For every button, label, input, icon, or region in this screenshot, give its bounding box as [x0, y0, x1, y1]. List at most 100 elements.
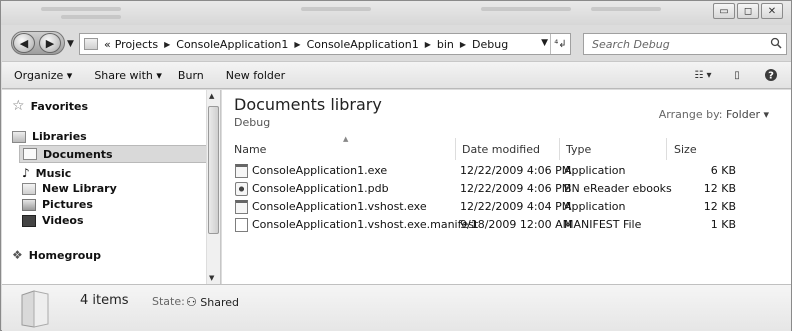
nav-buttons: ◀ ▶: [11, 31, 65, 55]
sidebar-item-label: Music: [35, 166, 72, 180]
file-name: ConsoleApplication1.vshost.exe.manifest: [252, 218, 479, 231]
item-count: 4 items: [80, 293, 129, 308]
file-row[interactable]: ConsoleApplication1.vshost.exe.manifest …: [232, 217, 772, 234]
forward-button[interactable]: ▶: [39, 33, 61, 53]
new-folder-button[interactable]: New folder: [212, 69, 293, 82]
scroll-up-icon[interactable]: ▲: [209, 92, 214, 100]
file-name: ConsoleApplication1.vshost.exe: [252, 200, 427, 213]
chevron-right-icon[interactable]: ▶: [294, 40, 300, 49]
arrange-by[interactable]: Arrange by: Folder ▾: [659, 108, 769, 121]
file-date: 9/18/2009 12:00 AM: [460, 218, 573, 231]
library-subtitle: Debug: [234, 116, 271, 129]
recent-pages-dropdown[interactable]: ▼: [67, 39, 74, 49]
explorer-window: ▭ ◻ ✕ ◀ ▶ ▼ « Projects ▶ ConsoleApplicat…: [0, 0, 792, 331]
sidebar-item-pictures[interactable]: Pictures: [22, 198, 93, 211]
star-icon: ☆: [12, 98, 25, 114]
file-size: 1 KB: [710, 218, 736, 231]
sidebar-item-videos[interactable]: Videos: [22, 214, 84, 227]
sidebar-item-documents[interactable]: Documents: [19, 145, 215, 163]
column-divider[interactable]: [559, 138, 560, 160]
file-list-pane: Documents library Debug Arrange by: Fold…: [222, 90, 791, 284]
change-view-button[interactable]: ☷ ▾: [689, 66, 717, 84]
breadcrumb-overflow[interactable]: «: [104, 38, 111, 51]
breadcrumb-consoleapplication1-inner[interactable]: ConsoleApplication1: [307, 38, 419, 51]
arrange-by-value[interactable]: Folder ▾: [726, 108, 769, 121]
file-size: 12 KB: [703, 200, 736, 213]
views-icon: ☷ ▾: [694, 69, 712, 81]
background-artifact: [61, 15, 121, 19]
breadcrumb-projects[interactable]: Projects: [115, 38, 158, 51]
address-bar[interactable]: « Projects ▶ ConsoleApplication1 ▶ Conso…: [79, 33, 571, 55]
manifest-icon: [235, 218, 248, 232]
navigation-bar: ◀ ▶ ▼ « Projects ▶ ConsoleApplication1 ▶…: [1, 25, 791, 59]
sidebar-item-music[interactable]: ♪ Music: [22, 166, 71, 180]
scrollbar-thumb[interactable]: [208, 106, 219, 234]
breadcrumb-consoleapplication1[interactable]: ConsoleApplication1: [176, 38, 288, 51]
documents-icon: [23, 148, 37, 160]
videos-icon: [22, 214, 36, 227]
sidebar-item-homegroup[interactable]: ❖ Homegroup: [12, 248, 101, 262]
chevron-right-icon[interactable]: ▶: [164, 40, 170, 49]
back-arrow-icon: ◀: [19, 36, 29, 50]
search-input[interactable]: Search Debug: [583, 33, 787, 55]
command-bar: Organize ▾ Share with ▾ Burn New folder …: [2, 61, 791, 89]
exe-icon: [235, 164, 248, 178]
sidebar-item-label: Favorites: [30, 99, 89, 113]
pictures-icon: [22, 198, 36, 211]
file-type: BN eReader ebooks: [564, 182, 672, 195]
refresh-button[interactable]: ⁴↲: [550, 34, 570, 54]
breadcrumb-bin[interactable]: bin: [437, 38, 454, 51]
library-folder-icon: [21, 290, 49, 328]
chevron-right-icon[interactable]: ▶: [425, 40, 431, 49]
chevron-right-icon[interactable]: ▶: [460, 40, 466, 49]
sidebar-item-libraries[interactable]: Libraries: [12, 130, 87, 143]
sidebar-item-favorites[interactable]: ☆ Favorites: [12, 98, 88, 114]
minimize-button[interactable]: ▭: [713, 3, 735, 19]
file-date: 12/22/2009 4:06 PM: [460, 164, 572, 177]
file-row[interactable]: ConsoleApplication1.exe 12/22/2009 4:06 …: [232, 163, 772, 180]
navigation-scrollbar[interactable]: ▲ ▼: [206, 90, 220, 284]
file-size: 12 KB: [703, 182, 736, 195]
library-icon: [12, 130, 26, 143]
maximize-button[interactable]: ◻: [737, 3, 759, 19]
search-icon: [770, 37, 782, 49]
file-name: ConsoleApplication1.pdb: [252, 182, 389, 195]
file-date: 12/22/2009 4:06 PM: [460, 182, 572, 195]
library-icon: [22, 182, 36, 195]
file-name: ConsoleApplication1.exe: [252, 164, 388, 177]
help-icon: ?: [765, 69, 777, 82]
scroll-down-icon[interactable]: ▼: [209, 274, 214, 282]
back-button[interactable]: ◀: [13, 33, 35, 53]
homegroup-icon: ❖: [12, 248, 23, 262]
sidebar-item-new-library[interactable]: New Library: [22, 182, 117, 195]
preview-pane-button[interactable]: ▯: [723, 66, 751, 84]
title-bar: ▭ ◻ ✕: [1, 1, 791, 25]
file-row[interactable]: ConsoleApplication1.vshost.exe 12/22/200…: [232, 199, 772, 216]
state-label: State:: [152, 295, 185, 308]
window-controls: ▭ ◻ ✕: [713, 3, 783, 19]
column-divider[interactable]: [666, 138, 667, 160]
background-artifact: [481, 7, 571, 11]
sort-ascending-icon: ▲: [343, 135, 349, 143]
column-header-name[interactable]: Name: [234, 138, 266, 160]
sidebar-item-label: Videos: [42, 214, 84, 227]
column-header-size[interactable]: Size: [674, 138, 697, 160]
address-dropdown-icon[interactable]: ▼: [541, 38, 548, 48]
burn-button[interactable]: Burn: [170, 69, 212, 82]
pdb-icon: [235, 182, 248, 196]
view-controls: ☷ ▾ ▯ ?: [689, 66, 785, 84]
share-with-menu[interactable]: Share with ▾: [80, 69, 170, 82]
sidebar-item-label: Pictures: [42, 198, 93, 211]
background-artifact: [301, 7, 371, 11]
breadcrumb-debug[interactable]: Debug: [472, 38, 508, 51]
column-divider[interactable]: [455, 138, 456, 160]
help-button[interactable]: ?: [757, 66, 785, 84]
file-row[interactable]: ConsoleApplication1.pdb 12/22/2009 4:06 …: [232, 181, 772, 198]
column-header-date[interactable]: Date modified: [462, 138, 540, 160]
sidebar-item-label: Homegroup: [28, 248, 102, 262]
close-button[interactable]: ✕: [761, 3, 783, 19]
column-header-type[interactable]: Type: [566, 138, 591, 160]
organize-menu[interactable]: Organize ▾: [2, 69, 80, 82]
shared-value: Shared: [200, 296, 239, 309]
file-type: MANIFEST File: [564, 218, 642, 231]
